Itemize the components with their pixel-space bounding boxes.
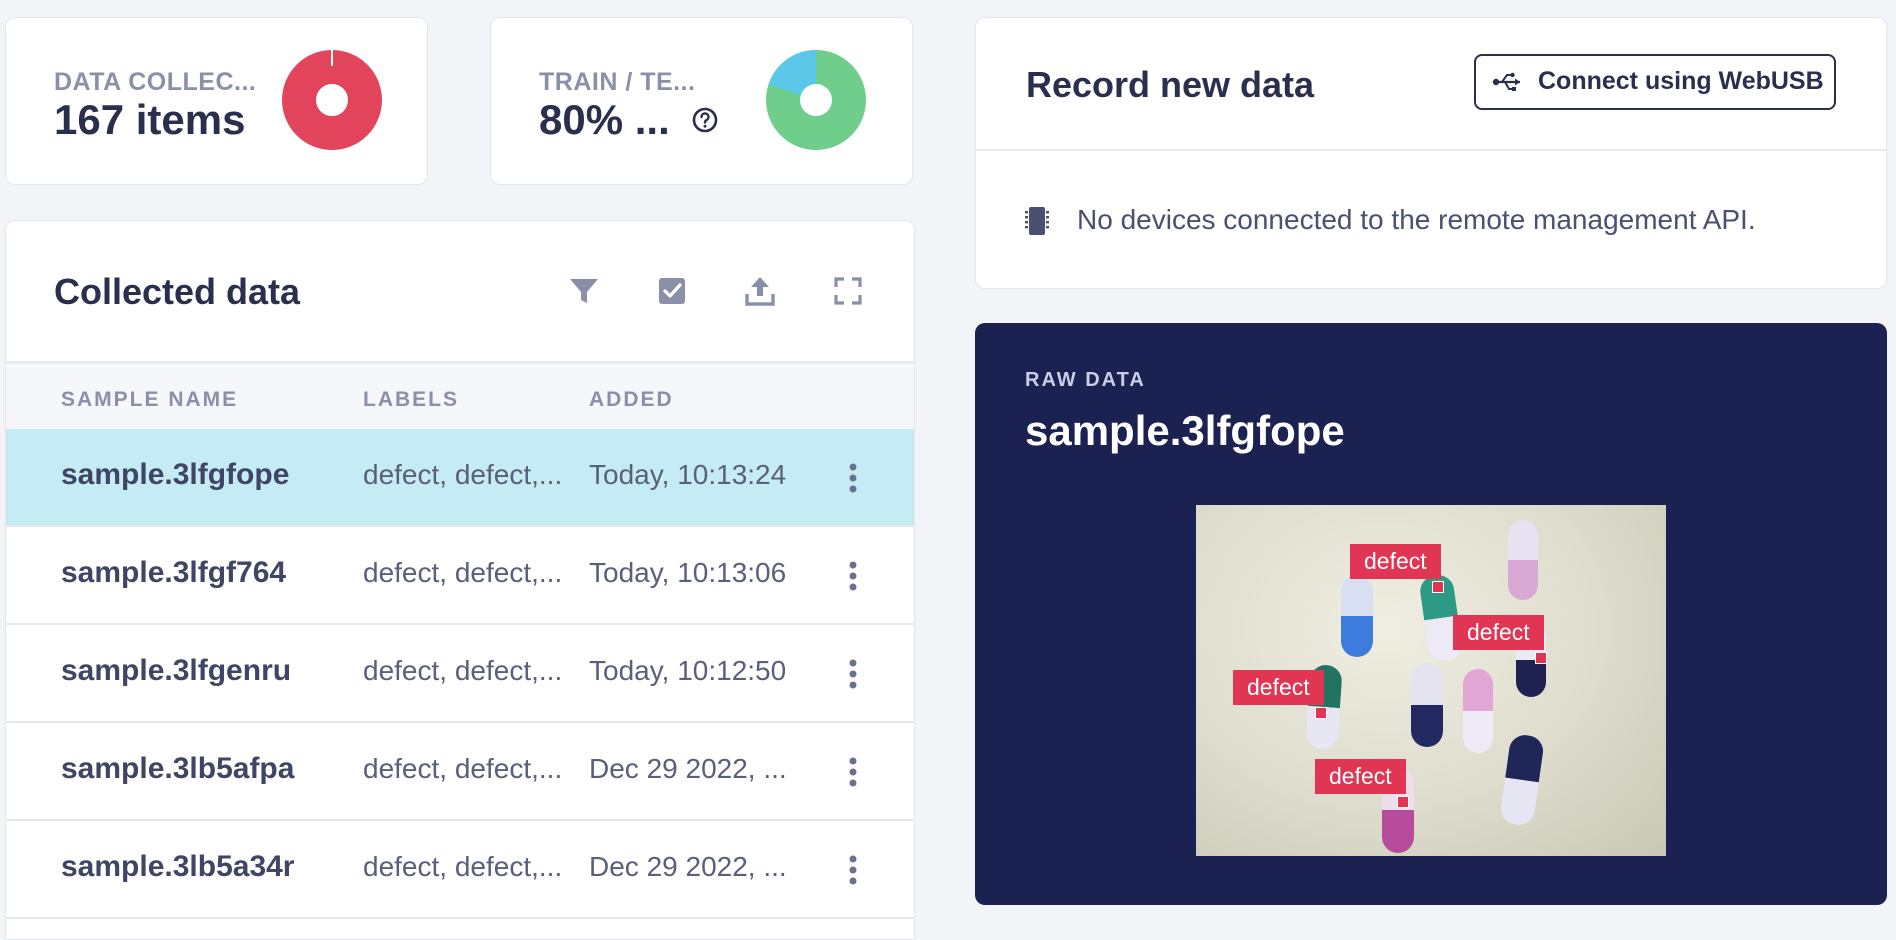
train-test-value: 80% ... — [539, 96, 670, 143]
table-row[interactable]: sample.3lfgfope defect, defect,... Today… — [6, 429, 914, 527]
table-row[interactable]: sample.3lb5afpa defect, defect,... Dec 2… — [6, 723, 914, 821]
column-sample-name[interactable]: SAMPLE NAME — [61, 388, 238, 412]
bounding-box-marker — [1397, 796, 1409, 808]
capsule — [1341, 575, 1373, 657]
table-row[interactable]: sample.3lfgf764 defect, defect,... Today… — [6, 527, 914, 625]
labels-cell: defect, defect,... — [363, 655, 563, 686]
no-devices-message: No devices connected to the remote manag… — [1077, 204, 1756, 235]
added-cell: Today, 10:12:50 — [589, 655, 787, 686]
column-added[interactable]: ADDED — [589, 388, 674, 412]
bounding-box-marker — [1432, 581, 1444, 593]
data-collected-label: DATA COLLEC... — [54, 68, 257, 96]
bounding-box-label: defect — [1315, 759, 1406, 794]
train-test-card: TRAIN / TE... 80% ... — [490, 17, 913, 185]
capsule — [1508, 520, 1538, 600]
collected-data-panel: Collected data SAMPLE NAME LABELS ADDED … — [5, 220, 915, 940]
sample-name-cell: sample.3lfgf764 — [61, 556, 287, 589]
raw-data-label: RAW DATA — [1025, 369, 1146, 391]
added-cell: Dec 29 2022, ... — [589, 753, 787, 784]
bounding-box-marker — [1535, 652, 1547, 664]
sample-name-cell: sample.3lfgfope — [61, 458, 290, 491]
row-menu-icon[interactable] — [838, 557, 868, 595]
divider — [976, 149, 1886, 151]
capsule — [1463, 669, 1493, 753]
bounding-box-label: defect — [1350, 544, 1441, 579]
bounding-box-label: defect — [1233, 670, 1324, 705]
table-row[interactable]: sample.3lfgenru defect, defect,... Today… — [6, 625, 914, 723]
column-labels[interactable]: LABELS — [363, 388, 459, 412]
row-menu-icon[interactable] — [838, 655, 868, 693]
usb-icon — [1492, 72, 1520, 91]
added-cell: Today, 10:13:06 — [589, 557, 787, 588]
sample-name-cell: sample.3lb5a34r — [61, 850, 295, 883]
capsule — [1498, 733, 1546, 827]
sample-name-cell: sample.3lfgenru — [61, 654, 292, 687]
labels-cell: defect, defect,... — [363, 753, 563, 784]
data-collected-card: DATA COLLEC... 167 items — [5, 17, 428, 185]
labels-cell: defect, defect,... — [363, 851, 563, 882]
raw-data-panel: RAW DATA sample.3lfgfope defect defect d… — [975, 323, 1887, 905]
row-menu-icon[interactable] — [838, 459, 868, 497]
filter-icon[interactable] — [566, 273, 602, 309]
raw-data-title: sample.3lfgfope — [1025, 407, 1345, 454]
record-new-data-title: Record new data — [1026, 64, 1315, 105]
capsule — [1411, 663, 1443, 747]
sample-name-cell: sample.3lb5afpa — [61, 752, 295, 785]
upload-icon[interactable] — [742, 273, 778, 309]
connect-webusb-label: Connect using WebUSB — [1538, 67, 1824, 95]
table-row[interactable]: sample.3lb5a34r defect, defect,... Dec 2… — [6, 821, 914, 919]
labels-cell: defect, defect,... — [363, 459, 563, 490]
bounding-box-marker — [1315, 707, 1327, 719]
sample-image: defect defect defect defect — [1196, 505, 1666, 856]
table-header: SAMPLE NAME LABELS ADDED — [6, 361, 914, 429]
record-new-data-panel: Record new data Connect using WebUSB No … — [975, 17, 1887, 289]
row-menu-icon[interactable] — [838, 851, 868, 889]
collected-data-title: Collected data — [54, 271, 301, 312]
train-test-label: TRAIN / TE... — [539, 68, 696, 96]
row-menu-icon[interactable] — [838, 753, 868, 791]
data-collected-donut-slice — [282, 50, 382, 150]
connect-webusb-button[interactable]: Connect using WebUSB — [1474, 54, 1836, 110]
labels-cell: defect, defect,... — [363, 557, 563, 588]
bounding-box-label: defect — [1453, 615, 1544, 650]
question-circle-icon[interactable] — [691, 106, 719, 134]
train-test-donut — [766, 50, 866, 150]
select-checkbox-icon[interactable] — [654, 273, 690, 309]
added-cell: Dec 29 2022, ... — [589, 851, 787, 882]
chip-icon — [1025, 207, 1049, 235]
data-collected-value: 167 items — [54, 96, 246, 143]
data-collected-donut — [282, 50, 382, 150]
added-cell: Today, 10:13:24 — [589, 459, 787, 490]
fullscreen-icon[interactable] — [830, 273, 866, 309]
